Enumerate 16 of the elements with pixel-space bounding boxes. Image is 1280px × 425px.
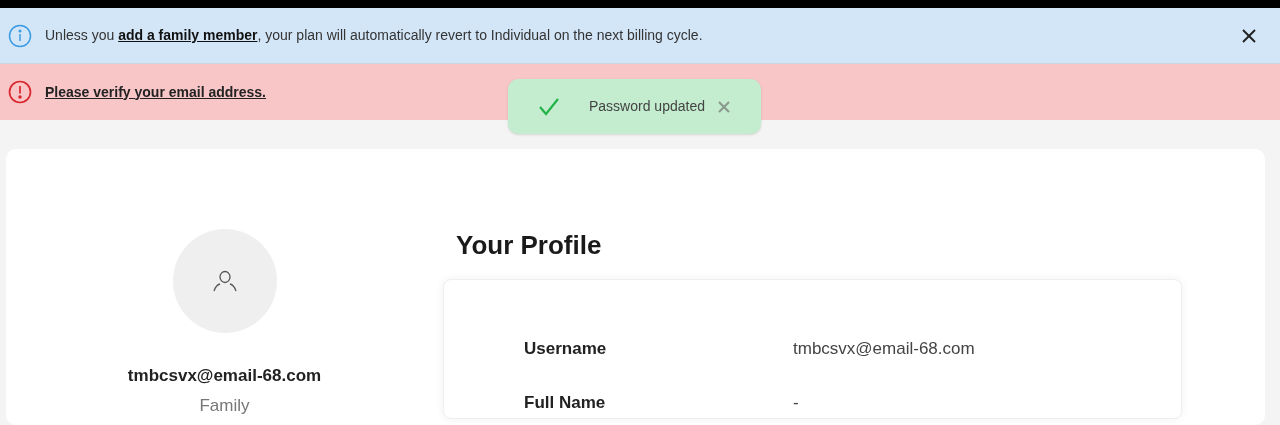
add-family-member-link[interactable]: add a family member [118,27,258,43]
username: tmbcsvx@email-68.com [127,365,322,387]
warning-icon [8,80,32,104]
field-label: Full Name [524,392,607,414]
verify-email-link[interactable]: Please verify your email address. [45,81,266,103]
field-value: tmbcsvx@email-68.com [793,338,975,360]
page-heading: Your Profile [456,229,603,262]
plan-name: Family [199,394,250,417]
close-button[interactable] [1240,26,1258,45]
user-icon [211,270,238,292]
field-value: - [793,392,799,414]
toast-message: Password updated [589,97,705,116]
info-message: Unless you add a family member, your plan will automatically revert to Individual on the next billing cycle. [45,26,703,45]
info-icon [8,23,32,48]
field-label: Username [524,338,608,360]
check-icon [539,97,559,116]
